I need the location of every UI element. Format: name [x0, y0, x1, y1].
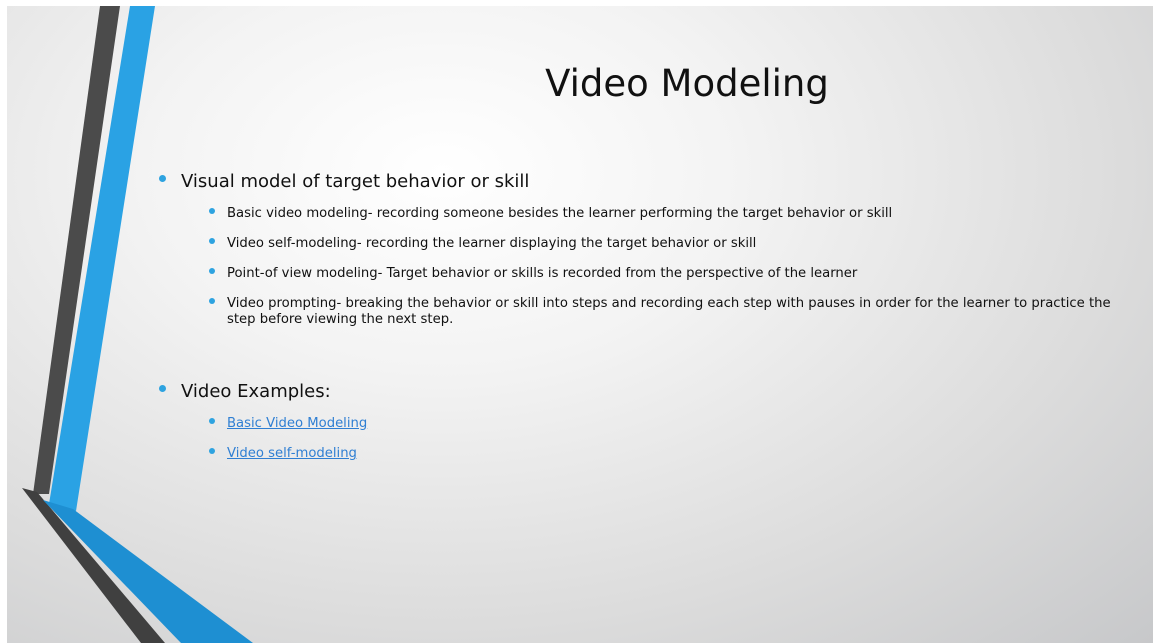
slide-title: Video Modeling [545, 62, 829, 105]
slide: Video Modeling Visual model of target be… [7, 6, 1153, 643]
bullet-list: Visual model of target behavior or skill… [157, 170, 1137, 462]
sub-bullet-video-prompting: Video prompting- breaking the behavior o… [207, 296, 1137, 328]
blue-stripe-lower [43, 500, 253, 643]
sub-bullet-basic-video-modeling: Basic video modeling- recording someone … [207, 206, 1137, 222]
sub-bullet-list: Basic video modeling- recording someone … [207, 206, 1137, 328]
bullet-text: Video Examples: [181, 381, 331, 402]
link-item-basic-video-modeling: Basic Video Modeling [207, 416, 1137, 432]
sub-bullet-text: Point-of view modeling- Target behavior … [227, 266, 858, 281]
sub-bullet-video-self-modeling: Video self-modeling- recording the learn… [207, 236, 1137, 252]
bullet-text: Visual model of target behavior or skill [181, 171, 530, 192]
basic-video-modeling-link[interactable]: Basic Video Modeling [227, 416, 367, 431]
link-item-video-self-modeling: Video self-modeling [207, 446, 1137, 462]
slide-content: Visual model of target behavior or skill… [157, 170, 1137, 476]
sub-bullet-text: Video self-modeling- recording the learn… [227, 236, 757, 251]
sub-bullet-point-of-view-modeling: Point-of view modeling- Target behavior … [207, 266, 1137, 282]
spacer [157, 342, 1137, 380]
sub-bullet-text: Video prompting- breaking the behavior o… [227, 296, 1111, 327]
link-list: Basic Video Modeling Video self-modeling [207, 416, 1137, 462]
bullet-video-examples: Video Examples: Basic Video Modeling Vid… [157, 380, 1137, 462]
sub-bullet-text: Basic video modeling- recording someone … [227, 206, 893, 221]
video-self-modeling-link[interactable]: Video self-modeling [227, 446, 357, 461]
bullet-visual-model: Visual model of target behavior or skill… [157, 170, 1137, 328]
